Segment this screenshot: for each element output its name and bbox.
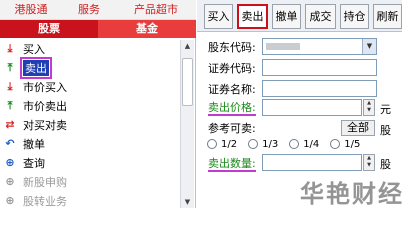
swap-arrows-icon: ⇄ bbox=[5, 118, 15, 131]
menu-item-label: 撤单 bbox=[23, 137, 45, 151]
menu-item-label: 股转业务 bbox=[23, 194, 67, 208]
menu-item[interactable]: ⤒ 市价卖出 bbox=[0, 96, 180, 115]
radio-icon[interactable] bbox=[248, 139, 259, 149]
sell-price-input[interactable] bbox=[262, 99, 362, 116]
ratio-quarter[interactable]: 1/4 bbox=[289, 139, 319, 150]
tab-funds[interactable]: 基金 bbox=[98, 20, 196, 38]
menu-item[interactable]: ⊕ 新股申购 bbox=[0, 172, 180, 191]
tab-refresh[interactable]: 刷新 bbox=[373, 4, 402, 29]
ratio-half[interactable]: 1/2 bbox=[207, 139, 237, 150]
tab-positions[interactable]: 持仓 bbox=[340, 4, 369, 29]
sell-quantity-label: 卖出数量: bbox=[208, 156, 256, 172]
menu-item-label: 买入 bbox=[23, 42, 45, 56]
plus-circle-icon: ⊕ bbox=[5, 175, 15, 188]
function-menu: ⤓ 买入 ⤒ 卖出 ⤓ 市价买入 ⤒ 市价卖出 ⇄ 对买对卖 ↶ 撤单 ⊕ 查询 ⊕ 新股申购 ⊕ 股转业务 bbox=[0, 39, 180, 210]
radio-icon[interactable] bbox=[207, 139, 217, 149]
price-unit: 元 bbox=[380, 103, 391, 116]
security-code-label: 证券代码: bbox=[208, 62, 256, 75]
plus-circle-icon: ⊕ bbox=[5, 194, 15, 207]
menu-item[interactable]: ⇄ 对买对卖 bbox=[0, 115, 180, 134]
menu-item[interactable]: ⤓ 市价买入 bbox=[0, 77, 180, 96]
security-code-input[interactable] bbox=[262, 59, 377, 76]
masked-account-value bbox=[266, 43, 300, 50]
order-tabs: 买入 卖出 撤单 成交 持仓 刷新 bbox=[197, 0, 402, 32]
ratio-options: 1/2 1/3 1/4 1/5 bbox=[207, 137, 371, 151]
all-button[interactable]: 全部 bbox=[341, 120, 375, 136]
upload-arrow-icon: ⤒ bbox=[7, 60, 13, 74]
price-stepper[interactable]: ▲ ▼ bbox=[363, 99, 375, 116]
tab-sell[interactable]: 卖出 bbox=[237, 4, 268, 29]
sellable-unit: 股 bbox=[380, 124, 391, 137]
menu-item-label: 市价卖出 bbox=[23, 99, 67, 113]
scroll-up-icon[interactable]: ▲ bbox=[181, 40, 194, 52]
radio-icon[interactable] bbox=[289, 139, 300, 149]
menu-item[interactable]: ⤒ 卖出 bbox=[0, 56, 180, 79]
tab-hk-connect[interactable]: 港股通 bbox=[0, 0, 62, 20]
sellable-label: 参考可卖: bbox=[208, 122, 256, 135]
menu-item-label: 新股申购 bbox=[23, 175, 67, 189]
tab-services[interactable]: 服务 bbox=[62, 0, 116, 20]
scrollbar-thumb[interactable] bbox=[182, 58, 193, 106]
tab-deals[interactable]: 成交 bbox=[305, 4, 336, 29]
plus-circle-icon: ⊕ bbox=[5, 156, 15, 169]
account-label: 股东代码: bbox=[208, 41, 256, 54]
quantity-unit: 股 bbox=[380, 158, 391, 171]
tab-stocks[interactable]: 股票 bbox=[0, 20, 98, 38]
ratio-third[interactable]: 1/3 bbox=[248, 139, 278, 150]
menu-item[interactable]: ⊕ 股转业务 bbox=[0, 191, 180, 210]
menu-item[interactable]: ↶ 撤单 bbox=[0, 134, 180, 153]
undo-arrow-icon: ↶ bbox=[5, 137, 15, 150]
download-arrow-icon: ⤓ bbox=[7, 79, 13, 93]
market-tabs: 股票 基金 bbox=[0, 20, 196, 38]
menu-item-label: 卖出 bbox=[20, 56, 52, 79]
menu-item-label: 查询 bbox=[23, 156, 45, 170]
sell-price-label: 卖出价格: bbox=[208, 100, 256, 116]
tab-cancel[interactable]: 撤单 bbox=[272, 4, 301, 29]
quantity-stepper[interactable]: ▲ ▼ bbox=[363, 154, 375, 171]
download-arrow-icon: ⤓ bbox=[7, 41, 13, 55]
menu-item-label: 市价买入 bbox=[23, 80, 67, 94]
account-select[interactable]: ▼ bbox=[262, 38, 377, 55]
ratio-fifth[interactable]: 1/5 bbox=[330, 139, 360, 150]
upload-arrow-icon: ⤒ bbox=[7, 98, 13, 112]
watermark: 华艳财经 bbox=[300, 180, 402, 208]
menu-item-label: 对买对卖 bbox=[23, 118, 67, 132]
left-panel: 港股通 服务 产品超市 股票 基金 ⤓ 买入 ⤒ 卖出 ⤓ 市价买入 ⤒ 市价卖出 ⇄ 对买对卖 ↶… bbox=[0, 0, 196, 208]
sell-quantity-input[interactable] bbox=[262, 154, 362, 171]
security-name-label: 证券名称: bbox=[208, 83, 256, 96]
scroll-down-icon[interactable]: ▼ bbox=[181, 196, 194, 208]
chevron-down-icon[interactable]: ▼ bbox=[362, 39, 376, 54]
tab-buy[interactable]: 买入 bbox=[204, 4, 233, 29]
tab-product-market[interactable]: 产品超市 bbox=[116, 0, 196, 20]
menu-item[interactable]: ⊕ 查询 bbox=[0, 153, 180, 172]
top-tabs: 港股通 服务 产品超市 bbox=[0, 0, 196, 20]
menu-scrollbar[interactable]: ▲ ▼ bbox=[180, 40, 194, 208]
radio-icon[interactable] bbox=[330, 139, 341, 149]
menu-item[interactable]: ⤓ 买入 bbox=[0, 39, 180, 58]
security-name-field bbox=[262, 80, 377, 97]
